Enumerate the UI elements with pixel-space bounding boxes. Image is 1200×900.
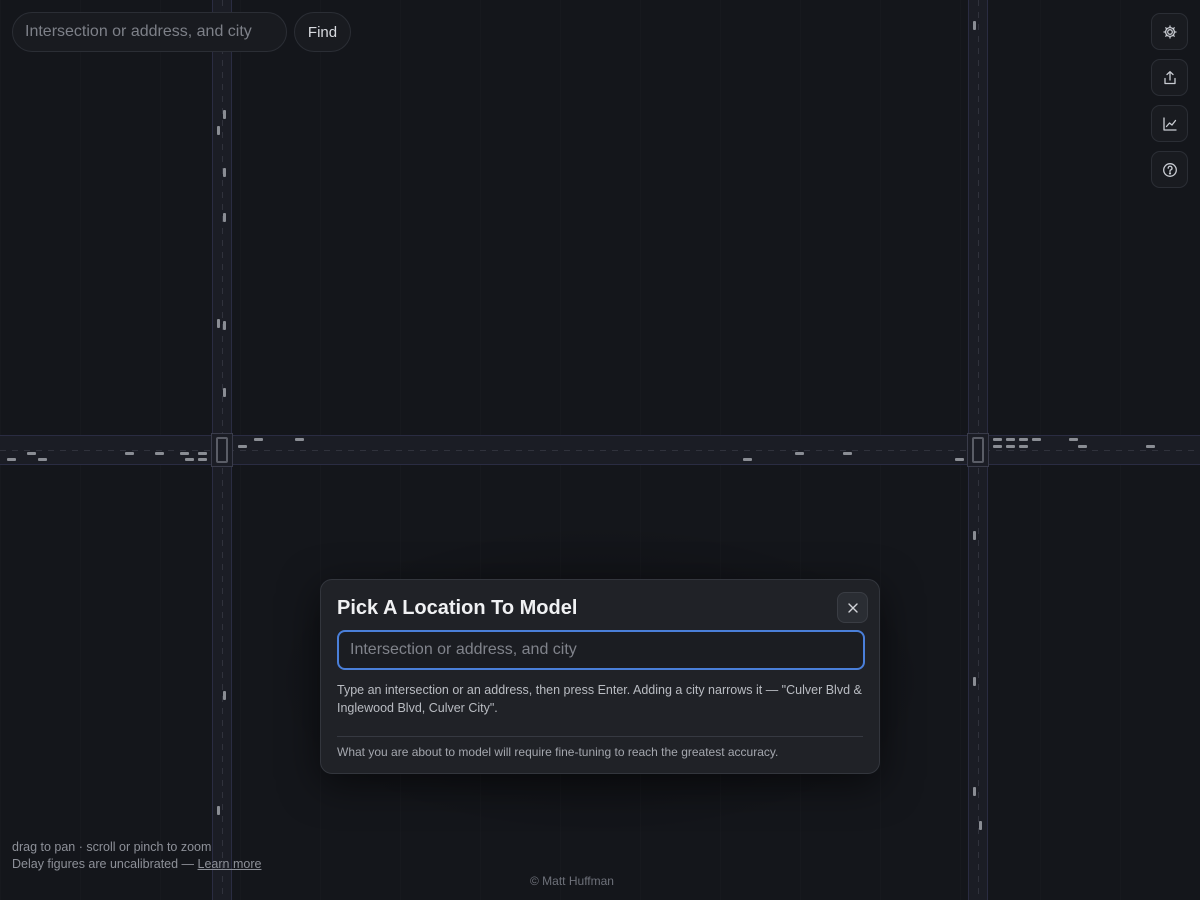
vehicle [198, 458, 207, 461]
vehicle [155, 452, 164, 455]
help-button[interactable] [1151, 151, 1188, 188]
vehicle [1006, 438, 1015, 441]
vehicle [198, 452, 207, 455]
share-button[interactable] [1151, 59, 1188, 96]
vehicle [223, 213, 226, 222]
vehicle [254, 438, 263, 441]
stats-button[interactable] [1151, 105, 1188, 142]
learn-more-link[interactable]: Learn more [198, 857, 262, 871]
vehicle [217, 126, 220, 135]
vehicle [238, 445, 247, 448]
map-canvas[interactable]: Find drag to pan · scroll or pinch to zo… [0, 0, 1200, 900]
vehicle [973, 677, 976, 686]
vehicle [843, 452, 852, 455]
vehicle [217, 806, 220, 815]
vehicle [973, 787, 976, 796]
intersection-right[interactable] [967, 433, 989, 467]
vehicle [38, 458, 47, 461]
vehicle [185, 458, 194, 461]
vehicle [973, 21, 976, 30]
help-icon [1162, 162, 1177, 177]
map-hints: drag to pan · scroll or pinch to zoom De… [12, 839, 261, 873]
vehicle [223, 691, 226, 700]
intersection-left[interactable] [211, 433, 233, 467]
vehicle [979, 821, 982, 830]
find-button[interactable]: Find [294, 12, 351, 52]
dialog-title: Pick A Location To Model [337, 597, 578, 619]
vehicle [7, 458, 16, 461]
vehicle [1032, 438, 1041, 441]
vehicle [125, 452, 134, 455]
dialog-accuracy-note: What you are about to model will require… [337, 745, 779, 759]
vehicle [223, 110, 226, 119]
delay-note-text: Delay figures are uncalibrated — [12, 857, 195, 871]
settings-button[interactable] [1151, 13, 1188, 50]
vehicle [217, 319, 220, 328]
vehicle [180, 452, 189, 455]
vehicle [1146, 445, 1155, 448]
share-icon [1163, 70, 1176, 84]
vehicle [1006, 445, 1015, 448]
credit-text: © Matt Huffman [530, 874, 614, 888]
dialog-location-input[interactable] [337, 630, 865, 670]
pan-zoom-hint: drag to pan · scroll or pinch to zoom [12, 840, 212, 854]
vehicle [223, 321, 226, 330]
vehicle [955, 458, 964, 461]
dialog-divider [337, 736, 863, 737]
chart-icon [1162, 116, 1177, 131]
delay-note: Delay figures are uncalibrated — Learn m… [12, 856, 261, 873]
vehicle [1078, 445, 1087, 448]
close-button[interactable] [837, 592, 868, 623]
close-icon [847, 602, 858, 613]
vehicle [993, 445, 1002, 448]
vehicle [27, 452, 36, 455]
dialog-help-text: Type an intersection or an address, then… [337, 683, 862, 715]
vehicle [223, 388, 226, 397]
vehicle [993, 438, 1002, 441]
vehicle [1069, 438, 1078, 441]
vehicle [973, 531, 976, 540]
vehicle [295, 438, 304, 441]
location-picker-dialog: Pick A Location To Model Type an interse… [320, 579, 880, 774]
vehicle [1019, 445, 1028, 448]
vehicle [223, 168, 226, 177]
gear-icon [1163, 25, 1176, 38]
vehicle [1019, 438, 1028, 441]
vehicle [795, 452, 804, 455]
location-search-input[interactable] [12, 12, 287, 52]
vehicle [743, 458, 752, 461]
